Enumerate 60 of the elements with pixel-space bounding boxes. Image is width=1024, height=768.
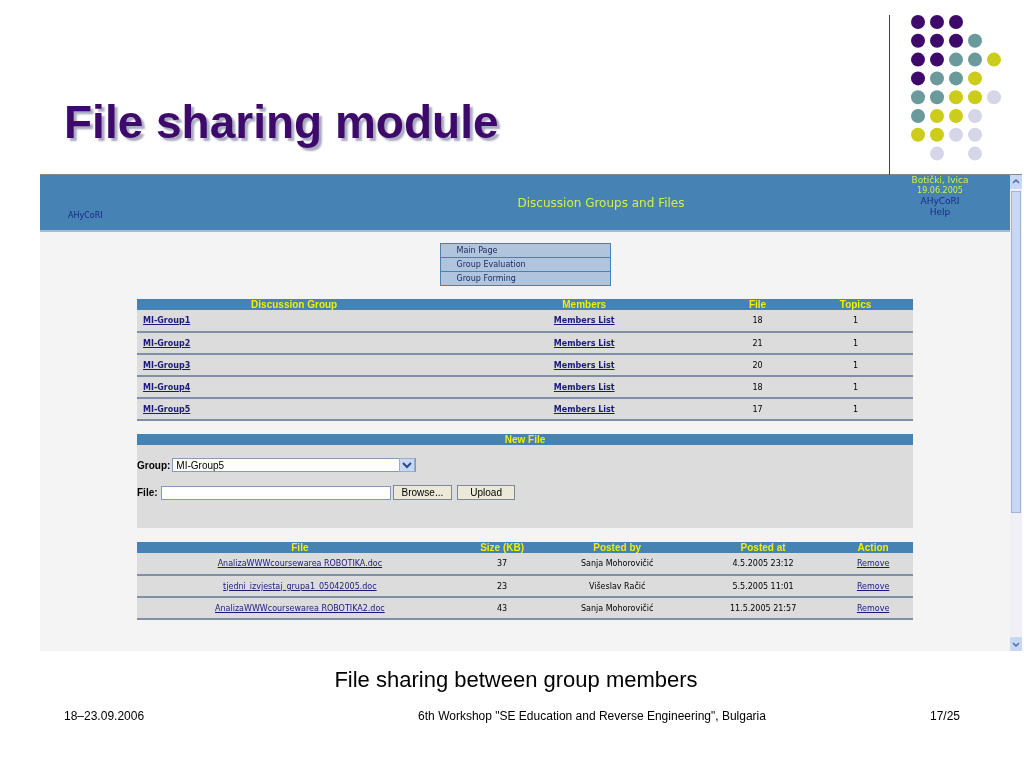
section-header: New File: [137, 434, 913, 445]
column-header: File: [137, 542, 463, 553]
app-name: AHyCoRI: [68, 211, 103, 220]
table-cell: 18: [717, 376, 799, 398]
page-number: 17/25: [929, 709, 960, 723]
table-cell: 1: [798, 376, 913, 398]
slide-title: File sharing module: [64, 95, 500, 150]
remove-link[interactable]: Remove: [856, 581, 890, 591]
field-label: File:: [137, 487, 158, 498]
dropdown-icon: [399, 458, 416, 472]
column-header: Discussion Group: [137, 299, 452, 310]
column-header: Posted by: [541, 542, 693, 553]
column-header: Members: [451, 299, 718, 310]
remove-link[interactable]: Remove: [856, 603, 890, 613]
table-cell: 1: [798, 398, 913, 420]
table-cell: 1: [798, 310, 913, 332]
table-cell: 17: [717, 398, 799, 420]
scroll-thumb[interactable]: [1011, 191, 1021, 513]
table-cell: 37: [462, 553, 542, 575]
menu-item[interactable]: Group Forming: [439, 271, 611, 286]
table-cell: 5.5.2005 11:01: [692, 575, 834, 597]
column-header: Size (KB): [462, 542, 542, 553]
slide-caption: File sharing between group members: [333, 667, 699, 693]
field-label: Group:: [137, 459, 171, 471]
scroll-up-icon[interactable]: [1010, 175, 1022, 189]
members-link[interactable]: Members List: [553, 404, 615, 414]
date-text: 19.06.2005: [917, 186, 963, 195]
members-link[interactable]: Members List: [553, 338, 615, 348]
group-link[interactable]: MI-Group1: [143, 316, 191, 325]
group-link[interactable]: MI-Group4: [143, 382, 191, 392]
file-field[interactable]: [160, 485, 391, 500]
footer-date: 18–23.09.2006: [64, 709, 145, 723]
footer-text: 6th Workshop "SE Education and Reverse Engineering", Bulgaria: [418, 709, 766, 723]
group-dropdown[interactable]: MI-Group5: [172, 458, 417, 472]
browse-button[interactable]: Browse...: [392, 485, 453, 500]
members-link[interactable]: Members List: [553, 382, 615, 392]
table-cell: 21: [717, 332, 799, 354]
page-title: Discussion Groups and Files: [517, 195, 685, 210]
table-cell: 11.5.2005 21:57: [692, 597, 834, 619]
column-header: Topics: [798, 299, 913, 310]
table-cell: 1: [798, 354, 913, 376]
remove-link[interactable]: Remove: [856, 559, 890, 568]
group-link[interactable]: MI-Group2: [143, 338, 191, 348]
table-cell: 4.5.2005 23:12: [692, 553, 834, 575]
table-cell: Sanja Mohorovičić: [541, 597, 693, 619]
members-link[interactable]: Members List: [553, 360, 615, 370]
members-link[interactable]: Members List: [553, 316, 615, 325]
group-link[interactable]: MI-Group3: [143, 360, 191, 370]
scroll-down-icon[interactable]: [1010, 637, 1022, 651]
table-cell: Sanja Mohorovičić: [541, 553, 693, 575]
table-cell: 18: [717, 310, 799, 332]
upload-button[interactable]: Upload: [457, 485, 515, 500]
column-header: Action: [833, 542, 913, 553]
column-header: File: [717, 299, 799, 310]
table-cell: 1: [798, 332, 913, 354]
table-cell: 20: [717, 354, 799, 376]
table-cell: Višeslav Račić: [541, 575, 693, 597]
column-header: Posted at: [692, 542, 834, 553]
user-name: Botički, Ivica: [911, 175, 969, 185]
group-link[interactable]: MI-Group5: [143, 404, 191, 414]
